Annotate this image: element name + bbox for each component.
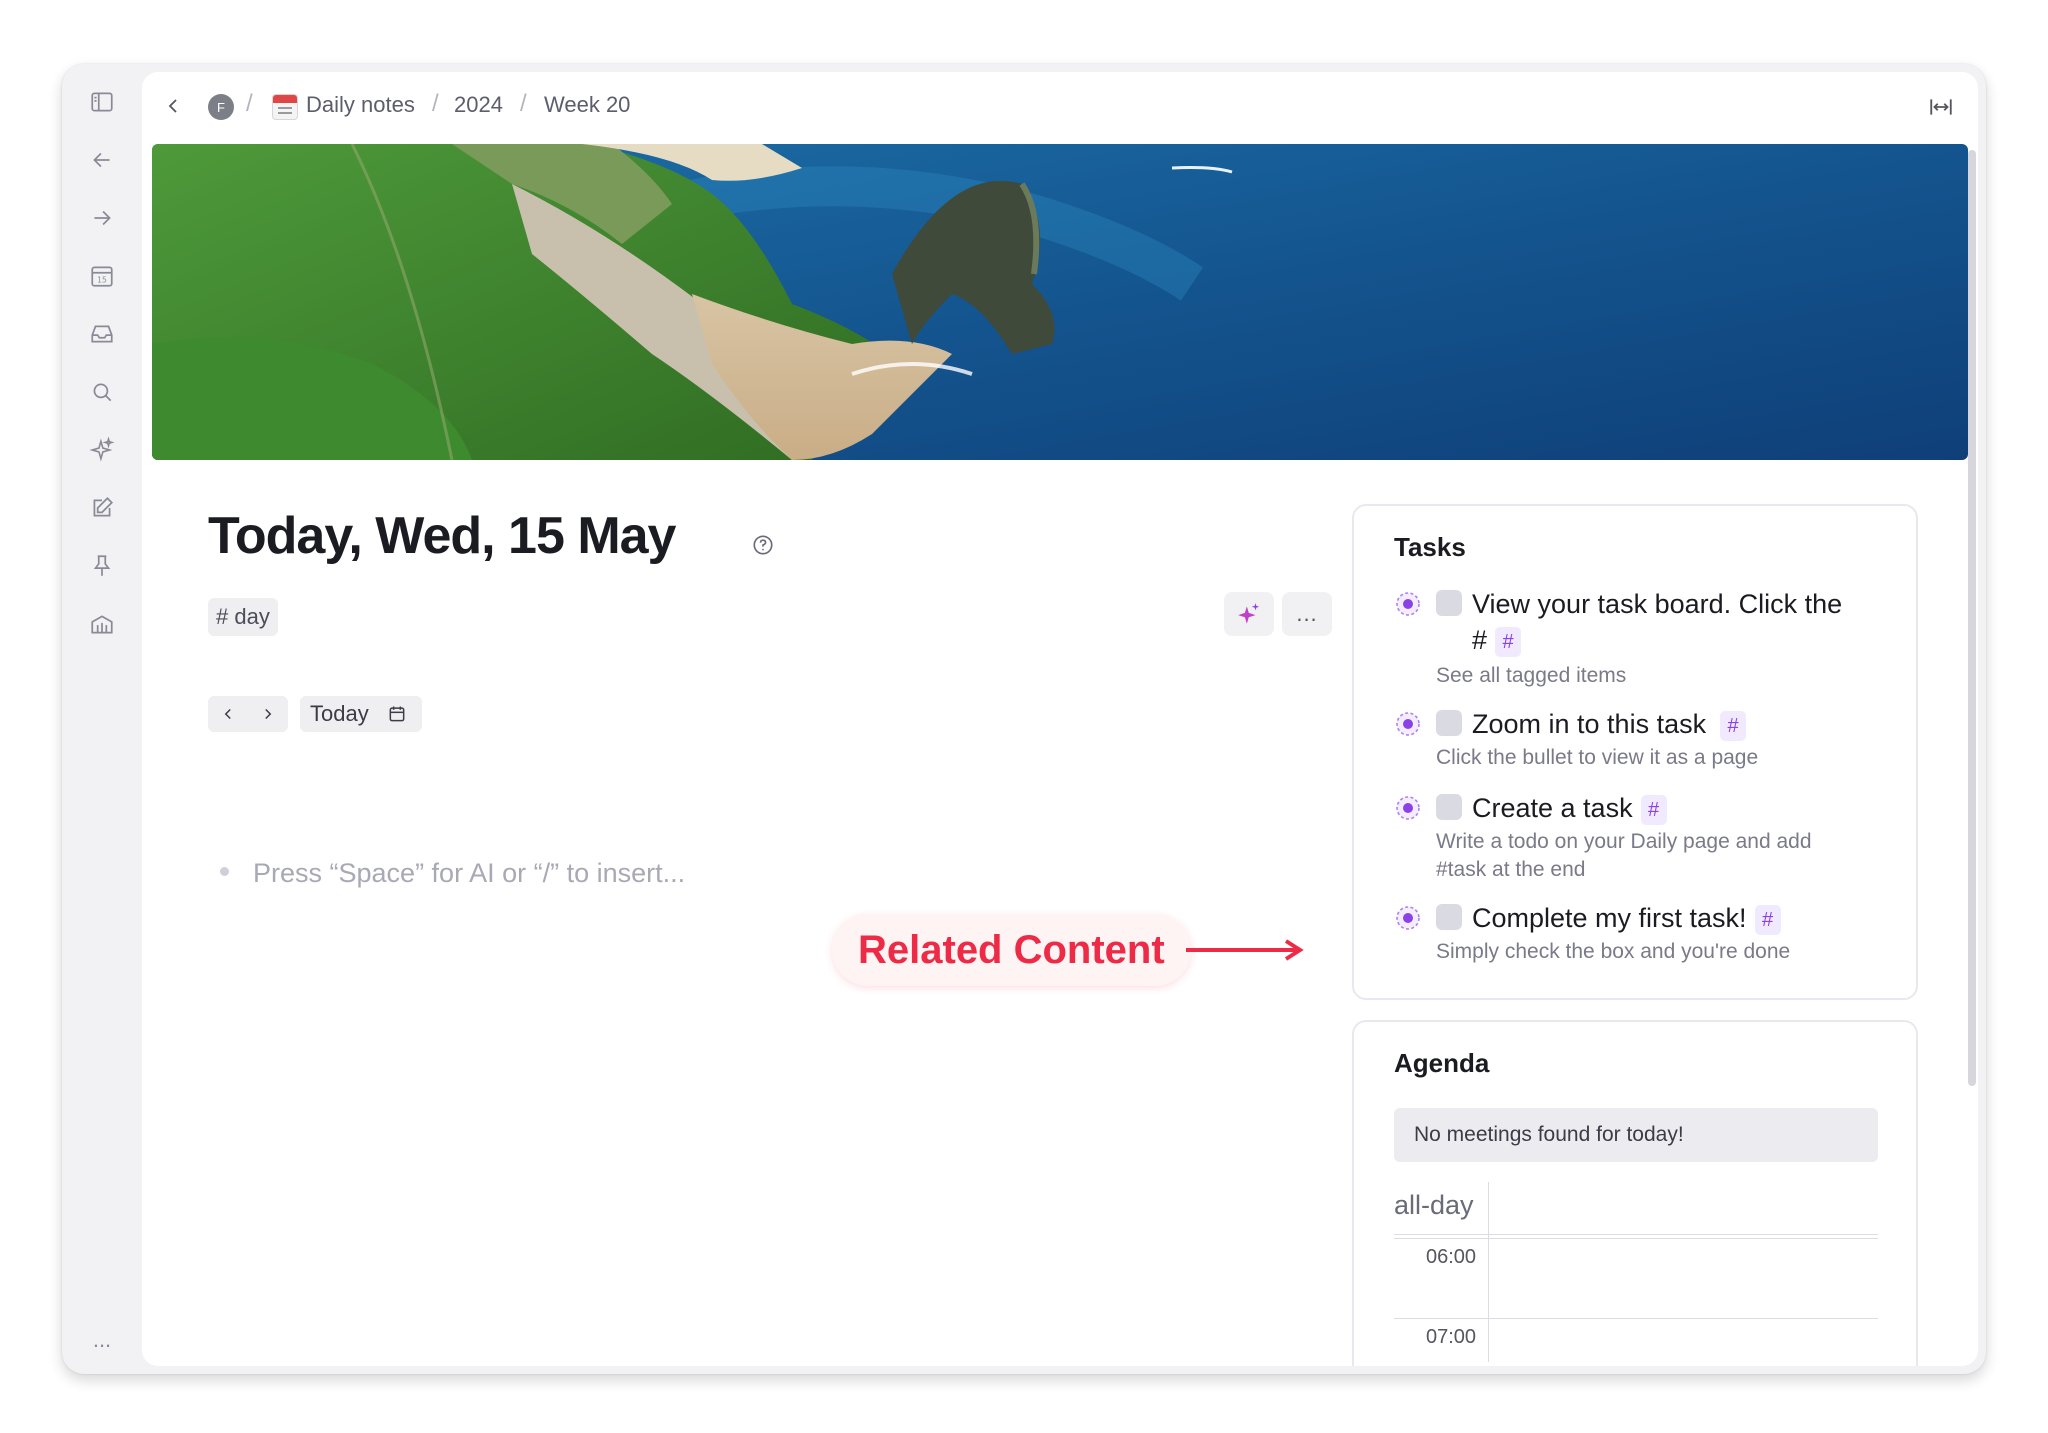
search-icon[interactable] xyxy=(88,378,116,406)
task-checkbox[interactable] xyxy=(1436,710,1462,736)
calendar-icon xyxy=(389,706,405,722)
task-title[interactable]: Complete my first task! # xyxy=(1472,900,1781,936)
more-options-button[interactable]: ... xyxy=(1282,592,1332,636)
task-tag-chip[interactable]: # xyxy=(1640,794,1667,825)
breadcrumb: F / Daily notes / 2024 / Week 20 xyxy=(142,72,1978,136)
next-day-button[interactable] xyxy=(248,696,288,732)
app-window: 15 ... F / Daily notes / 2024 / Week 20 … xyxy=(62,64,1986,1374)
calendar-emoji-icon xyxy=(272,94,298,120)
task-bullet-icon[interactable] xyxy=(1394,710,1422,738)
task-title-text-line2: # xyxy=(1472,625,1488,655)
hour-label: 06:00 xyxy=(1426,1246,1477,1268)
scrollbar[interactable] xyxy=(1968,150,1976,1086)
breadcrumb-separator: / xyxy=(432,90,439,117)
editor-placeholder[interactable]: Press “Space” for AI or “/” to insert... xyxy=(220,858,685,889)
task-bullet-icon[interactable] xyxy=(1394,590,1422,618)
no-meetings-message: No meetings found for today! xyxy=(1394,1108,1878,1162)
forward-arrow-icon[interactable] xyxy=(88,204,116,232)
task-checkbox[interactable] xyxy=(1436,904,1462,930)
more-menu-icon[interactable]: ... xyxy=(88,1326,116,1354)
chevron-left-icon xyxy=(224,708,231,720)
task-checkbox[interactable] xyxy=(1436,794,1462,820)
breadcrumb-year[interactable]: 2024 xyxy=(454,92,503,118)
agenda-grid-divider xyxy=(1488,1182,1489,1362)
task-item: View your task board. Click the # # See a… xyxy=(1394,586,1894,696)
breadcrumb-week[interactable]: Week 20 xyxy=(544,92,630,118)
back-arrow-icon[interactable] xyxy=(88,146,116,174)
tasks-card-title: Tasks xyxy=(1394,532,1466,562)
chevron-left-icon[interactable] xyxy=(162,94,186,118)
agenda-card-title: Agenda xyxy=(1394,1048,1490,1078)
day-tag[interactable]: # day xyxy=(208,598,278,636)
callout-arrow-icon xyxy=(1186,939,1304,961)
today-button[interactable]: Today xyxy=(300,696,422,732)
task-item: Complete my first task! # Simply check th… xyxy=(1394,900,1894,970)
task-subtitle: Click the bullet to view it as a page xyxy=(1436,746,1759,769)
avatar[interactable]: F xyxy=(208,94,234,120)
task-tag-chip[interactable]: # xyxy=(1495,626,1522,657)
breadcrumb-separator: / xyxy=(520,90,527,117)
calendar-icon[interactable]: 15 xyxy=(88,262,116,290)
task-tag-chip[interactable]: # xyxy=(1754,904,1781,935)
task-title-text: View your task board. Click the xyxy=(1472,589,1843,619)
sparkle-icon xyxy=(1238,603,1260,624)
tasks-card: Tasks View your task board. Click the # #… xyxy=(1352,504,1918,1000)
related-content-callout: Related Content xyxy=(832,914,1191,986)
placeholder-text: Press “Space” for AI or “/” to insert... xyxy=(253,858,686,888)
agenda-grid-line xyxy=(1394,1318,1878,1319)
task-subtitle-line2: #task at the end xyxy=(1436,858,1586,881)
task-title-text: Zoom in to this task xyxy=(1472,709,1707,739)
task-subtitle-line1: Write a todo on your Daily page and add xyxy=(1436,830,1812,853)
task-item: Zoom in to this task # Click the bullet t… xyxy=(1394,706,1894,776)
breadcrumb-separator: / xyxy=(246,90,253,117)
chevron-right-icon xyxy=(265,708,272,720)
cover-image[interactable] xyxy=(152,144,1968,460)
task-subtitle: See all tagged items xyxy=(1436,664,1627,687)
task-checkbox[interactable] xyxy=(1436,590,1462,616)
compose-icon[interactable] xyxy=(88,494,116,522)
all-day-label: all-day xyxy=(1394,1190,1474,1220)
task-title[interactable]: View your task board. Click the # # xyxy=(1472,586,1842,658)
task-tag-chip[interactable]: # xyxy=(1720,710,1747,741)
help-icon[interactable] xyxy=(752,534,774,556)
sidebar-toggle-icon[interactable] xyxy=(88,88,116,116)
pin-icon[interactable] xyxy=(88,552,116,580)
library-icon[interactable] xyxy=(88,610,116,638)
ai-button[interactable] xyxy=(1224,592,1274,636)
previous-day-button[interactable] xyxy=(208,696,248,732)
svg-text:15: 15 xyxy=(97,276,107,285)
task-item: Create a task # Write a todo on your Dail… xyxy=(1394,790,1894,890)
task-bullet-icon[interactable] xyxy=(1394,904,1422,932)
expand-width-icon[interactable] xyxy=(1928,94,1954,120)
left-rail: 15 ... xyxy=(62,64,142,1374)
task-title-text: Create a task xyxy=(1472,793,1633,823)
task-subtitle: Simply check the box and you're done xyxy=(1436,940,1791,963)
agenda-grid-line xyxy=(1394,1238,1878,1239)
task-title[interactable]: Create a task # xyxy=(1472,790,1667,826)
page-title[interactable]: Today, Wed, 15 May xyxy=(208,506,676,566)
sparkle-icon[interactable] xyxy=(88,436,116,464)
task-title[interactable]: Zoom in to this task # xyxy=(1472,706,1747,742)
main-panel: F / Daily notes / 2024 / Week 20 Today, … xyxy=(142,72,1978,1366)
agenda-card: Agenda No meetings found for today! all-… xyxy=(1352,1020,1918,1366)
task-subtitle: Write a todo on your Daily page and add … xyxy=(1436,828,1812,884)
task-bullet-icon[interactable] xyxy=(1394,794,1422,822)
agenda-grid-line xyxy=(1394,1234,1878,1235)
breadcrumb-daily-notes[interactable]: Daily notes xyxy=(306,92,415,118)
inbox-icon[interactable] xyxy=(88,320,116,348)
date-nav-arrows xyxy=(208,696,288,732)
hour-label: 07:00 xyxy=(1426,1326,1477,1348)
bullet-dot xyxy=(220,867,229,877)
today-label: Today xyxy=(310,701,369,726)
task-title-text: Complete my first task! xyxy=(1472,903,1747,933)
